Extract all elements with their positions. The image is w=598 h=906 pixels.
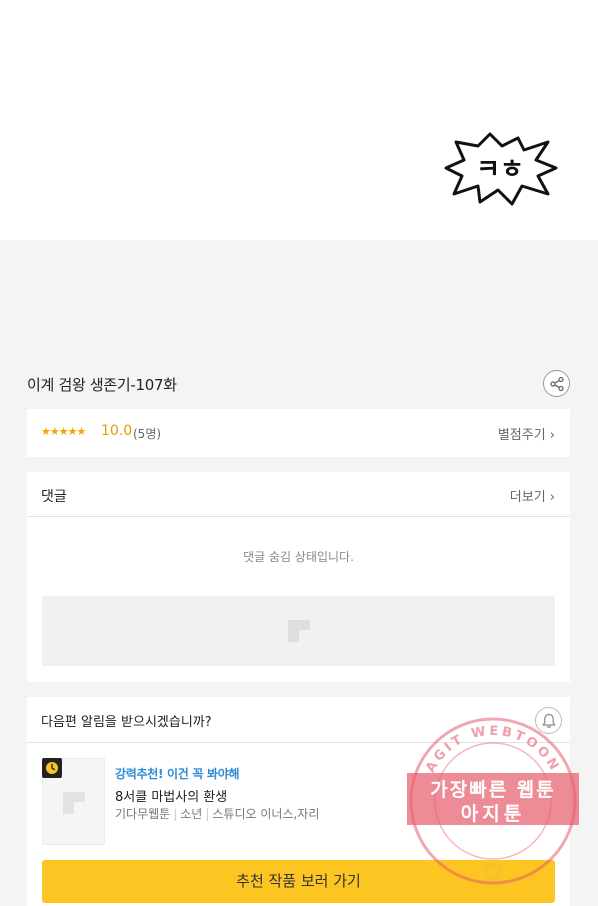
comments-section: 댓글 더보기 › 댓글 숨김 상태입니다. (27, 472, 570, 682)
comments-label: 댓글 (41, 489, 67, 505)
rating-stars: ★★★★★ (41, 425, 86, 438)
clock-icon (46, 762, 58, 774)
comments-more-link[interactable]: 더보기 › (510, 486, 555, 505)
bell-icon (542, 713, 556, 728)
rate-button[interactable]: 별점주기 › (498, 424, 555, 443)
sound-effect-burst: ㅋㅎ (444, 132, 558, 206)
sfx-text: ㅋㅎ (476, 155, 524, 185)
meta-divider: | (205, 807, 210, 821)
recommendation-button[interactable]: 추천 작품 보러 가기 (42, 860, 555, 903)
recommendation-meta: 기다무웹툰 | 소년 | 스튜디오 이너스,자리 (115, 805, 319, 822)
rating-count: (5명) (133, 427, 162, 441)
rating-card: ★★★★★ 10.0 (5명) 별점주기 › (27, 409, 570, 457)
recommendation-title[interactable]: 8서클 마법사의 환생 (115, 786, 227, 805)
meta-divider: | (173, 807, 178, 821)
comments-hidden-message: 댓글 숨김 상태입니다. (243, 550, 354, 564)
share-icon (550, 376, 564, 392)
next-episode-section: 다음편 알림을 받으시겠습니까? 강력추천! 이건 꼭 봐야해 8서클 마법사의… (27, 697, 570, 906)
comic-panel: ㅋㅎ (0, 0, 598, 240)
meta-author: 스튜디오 이너스,자리 (212, 807, 320, 821)
image-placeholder-icon (63, 792, 85, 814)
ad-placeholder (42, 596, 555, 666)
meta-genre: 소년 (180, 807, 203, 821)
notify-question: 다음편 알림을 받으시겠습니까? (41, 715, 212, 730)
notify-bell-button[interactable] (535, 707, 562, 734)
wait-free-badge (42, 758, 62, 778)
rating-score: 10.0 (101, 423, 133, 439)
meta-category: 기다무웹툰 (115, 807, 171, 821)
share-button[interactable] (543, 370, 570, 397)
notify-header: 다음편 알림을 받으시겠습니까? (27, 697, 570, 743)
image-placeholder-icon (288, 620, 310, 642)
comments-header: 댓글 더보기 › (27, 472, 570, 517)
episode-header: 이계 검왕 생존기-107화 (27, 368, 571, 400)
recommendation-tag: 강력추천! 이건 꼭 봐야해 (115, 767, 240, 781)
episode-title: 이계 검왕 생존기-107화 (27, 376, 177, 394)
